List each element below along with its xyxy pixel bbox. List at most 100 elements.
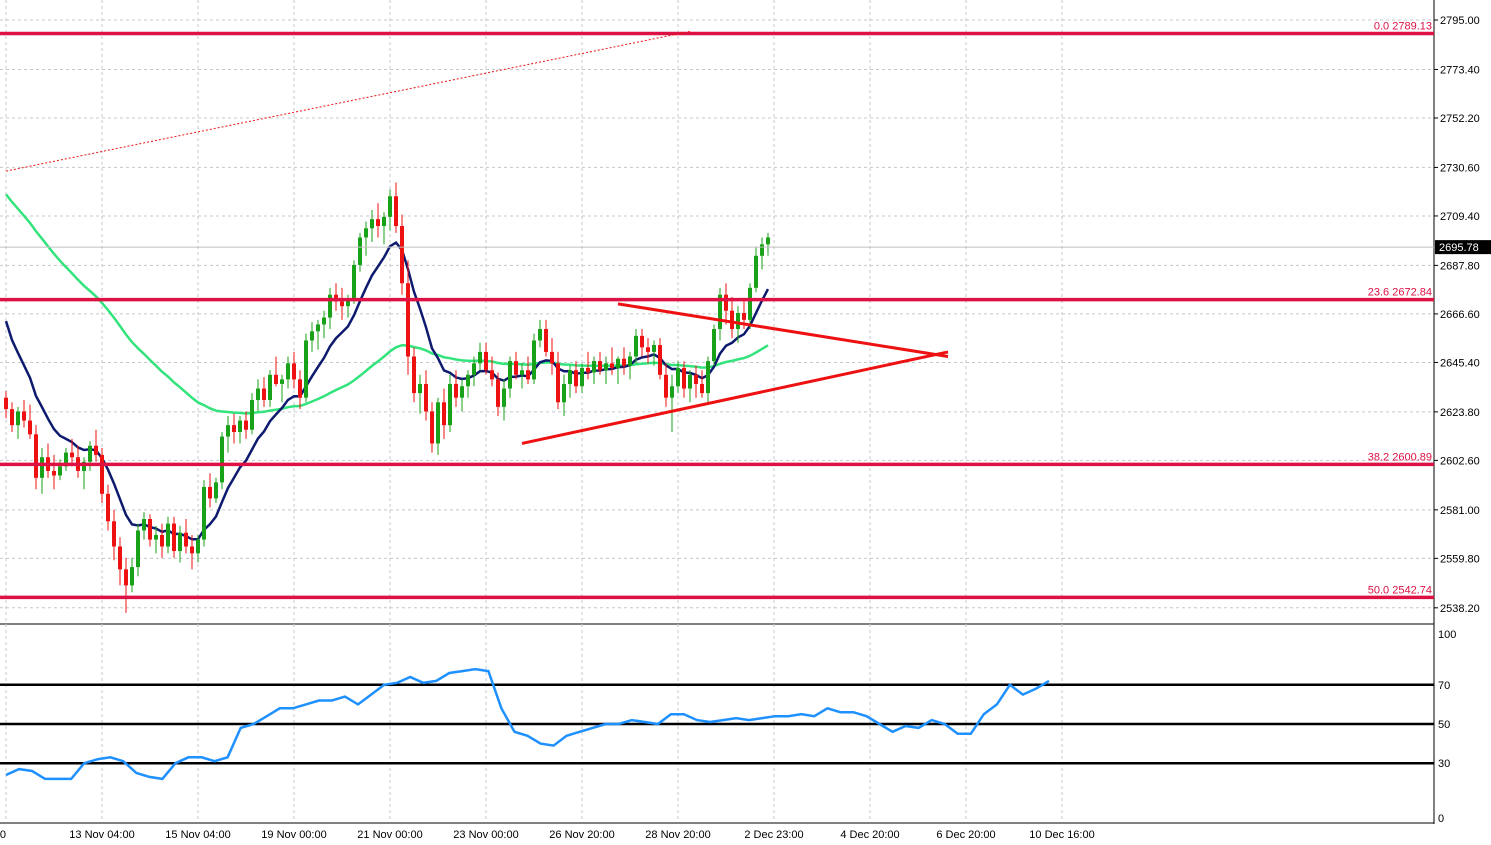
trend-lines[interactable] [5, 30, 949, 445]
time-tick-label: 19 Nov 00:00 [261, 829, 326, 841]
candle-body [568, 370, 572, 384]
candle-body [454, 383, 458, 398]
candle-body [70, 452, 74, 458]
candle-body [526, 370, 530, 380]
candle-body [118, 546, 122, 570]
trend-line[interactable] [617, 302, 949, 358]
candle-body [340, 301, 344, 307]
candle-body [256, 388, 260, 400]
time-tick-label: 15 Nov 04:00 [165, 829, 230, 841]
candle-body [628, 356, 632, 366]
candle-body [502, 388, 506, 407]
current-price-marker: 2695.78 [0, 240, 1491, 255]
price-tick-label: 2687.80 [1440, 260, 1480, 272]
rsi-axis-label: 0 [1438, 813, 1444, 825]
price-tick-label: 2581.00 [1440, 505, 1480, 517]
moving-average-slow [5, 193, 769, 415]
candle-body [310, 331, 314, 341]
candle-body [508, 361, 512, 389]
candle-body [322, 317, 326, 325]
candle-body [406, 283, 410, 357]
candle-body [478, 351, 482, 364]
candle-body [544, 329, 548, 352]
candle-body [598, 361, 602, 371]
time-tick-label: 26 Nov 20:00 [549, 829, 614, 841]
candle-body [130, 567, 134, 586]
candle-body [238, 420, 242, 433]
candle-body [664, 374, 668, 398]
candle-body [400, 226, 404, 284]
candle-body [298, 379, 302, 398]
candle-body [484, 351, 488, 371]
candle-body [736, 313, 740, 330]
grid-lines [0, 0, 1435, 824]
candle-body [4, 397, 8, 410]
candle-body [220, 436, 224, 483]
candle-body [196, 539, 200, 554]
candle-body [124, 569, 128, 586]
candle-body [424, 383, 428, 412]
rsi-level-label: 30 [1438, 758, 1450, 770]
candle-body [532, 340, 536, 380]
candle-body [172, 523, 176, 552]
price-tick-label: 2666.60 [1440, 309, 1480, 321]
candle-body [364, 228, 368, 238]
candle-body [94, 445, 98, 455]
candle-body [646, 347, 650, 352]
current-price-label: 2695.78 [1439, 242, 1479, 254]
candle-body [262, 388, 266, 400]
candle-body [610, 363, 614, 368]
fib-level-label: 38.2 2600.89 [1368, 451, 1432, 463]
candle-body [286, 363, 290, 380]
candle-body [88, 445, 92, 462]
candle-body [460, 386, 464, 398]
candle-body [280, 379, 284, 384]
candle-body [580, 367, 584, 387]
candle-body [760, 244, 764, 256]
candle-body [10, 409, 14, 426]
time-axis[interactable]: v 07:00 13 Nov 04:00 15 Nov 04:00 19 Nov 00… [0, 829, 1095, 841]
fibonacci-levels[interactable]: 0.0 2789.13 23.6 2672.84 38.2 2600.89 50.0 … [0, 20, 1434, 600]
candle-body [376, 219, 380, 227]
candle-body [496, 379, 500, 407]
time-tick-label: 23 Nov 00:00 [453, 829, 518, 841]
candle-body [466, 374, 470, 387]
candle-body [616, 358, 620, 368]
time-tick-label: 6 Dec 20:00 [936, 829, 995, 841]
candle-body [106, 493, 110, 522]
price-tick-label: 2623.80 [1440, 407, 1480, 419]
candle-body [652, 345, 656, 352]
candle-body [592, 361, 596, 373]
candle-body [136, 530, 140, 568]
candle-body [40, 457, 44, 478]
ma-slow-line [5, 193, 769, 415]
time-tick-label: 4 Dec 20:00 [840, 829, 899, 841]
price-axis[interactable]: 2795.00 2773.40 2752.20 2730.60 2709.40 2687.… [1434, 15, 1480, 615]
candle-body [658, 345, 662, 375]
candle-body [670, 386, 674, 398]
rsi-axis-label: 100 [1438, 629, 1456, 641]
candle-body [676, 367, 680, 387]
fib-level-label: 0.0 2789.13 [1374, 20, 1432, 32]
price-tick-label: 2602.60 [1440, 455, 1480, 467]
candle-body [34, 434, 38, 478]
candle-body [16, 411, 20, 426]
candle-body [730, 310, 734, 330]
trend-line[interactable] [5, 30, 691, 172]
candle-body [766, 237, 770, 245]
candle-body [754, 255, 758, 288]
price-tick-label: 2709.40 [1440, 211, 1480, 223]
time-tick-label: 13 Nov 04:00 [69, 829, 134, 841]
candle-body [442, 402, 446, 426]
time-tick-label: v 07:00 [0, 829, 6, 841]
candle-body [562, 383, 566, 403]
candle-body [52, 470, 56, 476]
candle-body [358, 237, 362, 265]
candle-body [448, 383, 452, 426]
candle-body [472, 363, 476, 375]
candle-body [634, 335, 638, 357]
candle-body [100, 454, 104, 494]
candle-body [274, 374, 278, 384]
ma-fast-line [4, 240, 770, 541]
price-tick-label: 2645.40 [1440, 357, 1480, 369]
